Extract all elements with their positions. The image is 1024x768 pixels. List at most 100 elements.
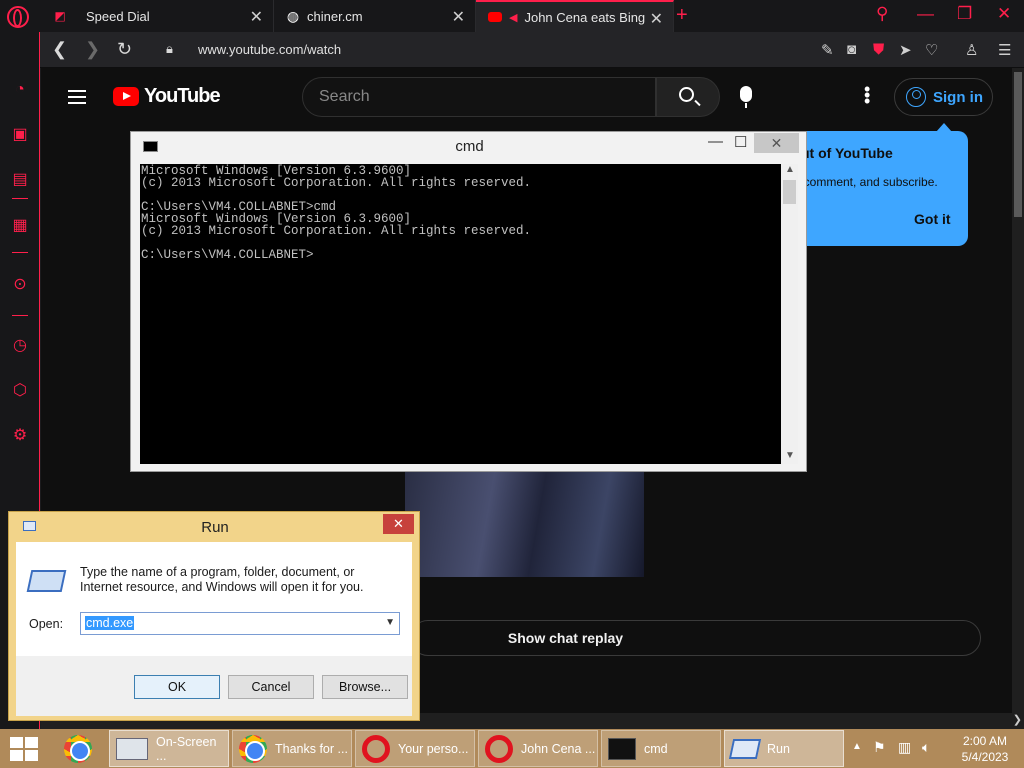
restore-icon[interactable]: ❐ xyxy=(957,4,972,24)
run-dialog: Run ✕ Type the name of a program, folder… xyxy=(8,511,420,721)
back-icon[interactable]: ❮ xyxy=(52,39,67,60)
popup-body: s, comment, and subscribe. xyxy=(791,175,938,189)
cube-icon[interactable]: ⬡ xyxy=(10,381,30,401)
console-line: (c) 2013 Microsoft Corporation. All righ… xyxy=(141,176,532,190)
browse-button[interactable]: Browse... xyxy=(322,675,408,699)
start-button[interactable] xyxy=(10,737,38,761)
opera-menu-icon[interactable] xyxy=(7,6,29,28)
account-icon[interactable]: ♙ xyxy=(965,41,978,59)
sidebar-divider xyxy=(12,315,28,316)
tab-speed-dial[interactable]: ◩ Speed Dial ✕ xyxy=(41,0,274,32)
close-icon[interactable]: ✕ xyxy=(754,133,799,153)
console-output[interactable]: Microsoft Windows [Version 6.3.9600] (c) … xyxy=(140,164,781,464)
twitch-icon[interactable]: ▤ xyxy=(10,170,30,190)
chip-icon[interactable]: ▦ xyxy=(10,216,30,236)
page-scrollbar[interactable] xyxy=(1012,68,1024,713)
tab-label: John Cena eats Bing Ch xyxy=(524,9,649,25)
volume-muted-icon[interactable]: 🔈︎ xyxy=(922,739,930,756)
settings-icon[interactable]: ⚙ xyxy=(10,426,30,446)
close-icon[interactable]: ✕ xyxy=(383,514,414,534)
scrollbar-thumb[interactable] xyxy=(783,180,796,204)
run-program-icon xyxy=(26,570,67,592)
minimize-icon[interactable]: — xyxy=(708,133,723,150)
console-scrollbar[interactable]: ▲ ▼ xyxy=(781,164,798,464)
keyboard-icon xyxy=(116,737,148,760)
clock-date: 5/4/2023 xyxy=(961,750,1009,764)
adblock-shield-icon[interactable]: ⛊ xyxy=(873,41,884,58)
scrollbar-thumb[interactable] xyxy=(1014,72,1022,217)
history-icon[interactable]: ◷ xyxy=(10,336,30,356)
youtube-icon xyxy=(488,10,502,24)
tab-chiner[interactable]: ◍ chiner.cm ✕ xyxy=(274,0,476,32)
search-tabs-icon[interactable]: ⚲ xyxy=(876,4,888,24)
got-it-button[interactable]: Got it xyxy=(914,211,951,227)
taskbar-app-label: cmd xyxy=(644,741,668,756)
sign-in-button[interactable]: Sign in xyxy=(894,78,993,116)
close-window-icon[interactable]: ✕ xyxy=(997,4,1011,24)
opera-icon xyxy=(362,734,390,763)
open-field-value: cmd.exe xyxy=(85,616,135,630)
taskbar-opera-window-2[interactable]: John Cena ... xyxy=(478,730,598,767)
maximize-icon[interactable]: ☐ xyxy=(734,133,747,151)
taskbar-on-screen-keyboard[interactable]: On-Screen ... xyxy=(109,730,229,767)
network-icon[interactable]: ▥ xyxy=(898,739,911,756)
heart-icon[interactable]: ♡ xyxy=(925,41,938,59)
run-body: Type the name of a program, folder, docu… xyxy=(16,542,412,716)
taskbar-app-label: Run xyxy=(767,741,790,756)
opera-icon xyxy=(485,734,513,763)
easy-setup-icon[interactable]: ☰ xyxy=(998,41,1011,59)
popup-title: ut of YouTube xyxy=(801,145,893,161)
microphone-icon[interactable] xyxy=(740,86,752,108)
close-tab-icon[interactable]: ✕ xyxy=(452,7,465,27)
new-tab-icon[interactable]: + xyxy=(676,4,688,27)
taskbar-run-window[interactable]: Run xyxy=(724,730,844,767)
open-field[interactable]: cmd.exe ▼ xyxy=(80,612,400,635)
tab-label: Speed Dial xyxy=(86,8,150,24)
taskbar-chrome-window[interactable]: Thanks for ... xyxy=(232,730,352,767)
scroll-up-icon[interactable]: ▲ xyxy=(785,164,795,175)
taskbar-chrome-pinned[interactable] xyxy=(58,730,106,767)
scroll-right-icon[interactable]: ❯ xyxy=(1013,713,1022,726)
system-clock[interactable]: 2:00 AM 5/4/2023 xyxy=(955,733,1015,765)
taskbar-cmd-window[interactable]: cmd xyxy=(601,730,721,767)
send-icon[interactable]: ➤ xyxy=(899,41,912,59)
player-icon[interactable]: ⊙ xyxy=(10,275,30,295)
video-player[interactable] xyxy=(405,472,644,577)
action-center-flag-icon[interactable]: ⚑ xyxy=(873,739,886,756)
search-button[interactable] xyxy=(656,77,720,117)
lock-icon[interactable]: 🔒︎ xyxy=(166,41,173,57)
taskbar-app-label: On-Screen ... xyxy=(156,734,217,763)
run-description: Type the name of a program, folder, docu… xyxy=(80,565,364,594)
edit-icon[interactable]: ✎ xyxy=(821,41,834,59)
close-tab-icon[interactable]: ✕ xyxy=(650,9,663,29)
audio-playing-icon[interactable]: ◀ xyxy=(509,11,517,24)
run-title: Run xyxy=(201,519,229,536)
taskbar-opera-window-1[interactable]: Your perso... xyxy=(355,730,475,767)
tab-john-cena[interactable]: ◀ John Cena eats Bing Ch ✕ xyxy=(476,0,674,32)
globe-icon: ◍ xyxy=(286,7,300,24)
bag-icon[interactable]: ▣ xyxy=(10,125,30,145)
cancel-button[interactable]: Cancel xyxy=(228,675,314,699)
speed-dial-icon[interactable]: ◔ xyxy=(10,80,30,100)
minimize-icon[interactable]: — xyxy=(917,4,934,24)
camera-icon[interactable]: ◙ xyxy=(847,41,856,58)
reload-icon[interactable]: ↻ xyxy=(117,39,132,60)
windows-taskbar: On-Screen ... Thanks for ... Your perso.… xyxy=(0,729,1024,768)
url-text[interactable]: www.youtube.com/watch xyxy=(198,42,341,57)
close-tab-icon[interactable]: ✕ xyxy=(250,7,263,27)
taskbar-app-label: John Cena ... xyxy=(521,741,596,756)
show-chat-replay-button[interactable]: Show chat replay xyxy=(410,620,981,656)
ok-button[interactable]: OK xyxy=(134,675,220,699)
youtube-wordmark[interactable]: YouTube xyxy=(144,85,221,108)
more-options-icon[interactable]: • • • xyxy=(864,80,870,110)
scroll-down-icon[interactable]: ▼ xyxy=(785,450,795,461)
forward-icon[interactable]: ❯ xyxy=(85,39,100,60)
chevron-down-icon[interactable]: ▼ xyxy=(385,617,395,628)
address-bar: ❮ ❯ ↻ 🔒︎ www.youtube.com/watch ✎ ◙ ⛊ ➤ ♡… xyxy=(40,32,1024,68)
show-hidden-icons-icon[interactable]: ▲ xyxy=(852,741,862,752)
console-line: (c) 2013 Microsoft Corporation. All righ… xyxy=(141,224,532,238)
menu-icon[interactable] xyxy=(68,90,86,104)
youtube-logo-icon[interactable] xyxy=(113,87,139,106)
cmd-window: cmd — ☐ ✕ Microsoft Windows [Version 6.3… xyxy=(130,131,807,472)
search-input[interactable]: Search xyxy=(302,77,656,117)
